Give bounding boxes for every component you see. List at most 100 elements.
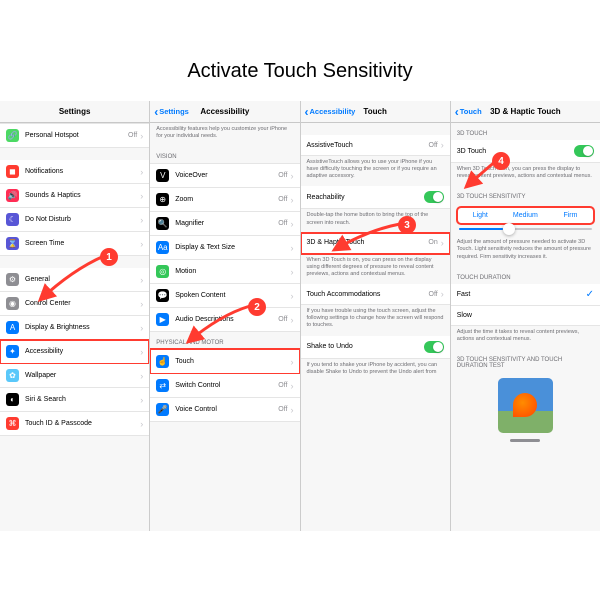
row-do-not-disturb[interactable]: ☾Do Not Disturb› [0,208,149,232]
app-icon: ◼ [6,165,19,178]
row-notifications[interactable]: ◼Notifications› [0,160,149,184]
reach-desc: Double-tap the home button to bring the … [301,209,450,232]
back-settings[interactable]: Settings [154,105,189,119]
shake-desc: If you tend to shake your iPhone by acci… [301,359,450,382]
row-siri-search[interactable]: ◐Siri & Search› [0,388,149,412]
chevron-icon: › [140,239,143,249]
section-motor: PHYSICAL AND MOTOR [150,332,299,349]
page-title: Activate Touch Sensitivity [0,0,600,101]
app-icon: 💬 [156,289,169,302]
chevron-icon: › [291,171,294,181]
haptic-desc: When 3D Touch is on, you can press on th… [301,254,450,284]
panel-accessibility: Settings Accessibility Accessibility fea… [149,101,299,531]
back-touch[interactable]: Touch [455,105,482,119]
section-test: 3D TOUCH SENSITIVITY AND TOUCH DURATION … [451,349,600,372]
row-shake-to-undo[interactable]: Shake to Undo [301,336,450,359]
header-3d-haptic: Touch 3D & Haptic Touch [451,101,600,123]
app-icon: ☝ [156,355,169,368]
app-icon: ◐ [6,393,19,406]
app-icon: ✦ [6,345,19,358]
panel-touch: Accessibility Touch AssistiveTouchOff› A… [300,101,450,531]
row-touch-accommodations[interactable]: Touch AccommodationsOff› [301,284,450,305]
row-zoom[interactable]: ⊕ZoomOff› [150,188,299,212]
chevron-icon: › [291,405,294,415]
row-wallpaper[interactable]: ✿Wallpaper› [0,364,149,388]
app-icon: ⌛ [6,237,19,250]
chevron-icon: › [291,291,294,301]
seg-firm[interactable]: Firm [548,208,593,223]
chevron-icon: › [140,347,143,357]
step-badge-2: 2 [248,298,266,316]
chevron-icon: › [140,395,143,405]
row-display-text-size[interactable]: AaDisplay & Text Size› [150,236,299,260]
step-badge-3: 3 [398,216,416,234]
panel-3d-haptic: Touch 3D & Haptic Touch 3D TOUCH 3D Touc… [450,101,600,531]
row-spoken-content[interactable]: 💬Spoken Content› [150,284,299,308]
toggle-shake[interactable] [424,341,444,353]
app-icon: ⚙ [6,273,19,286]
row-touch-id-passcode[interactable]: ⌘Touch ID & Passcode› [0,412,149,436]
row-3d-haptic-touch[interactable]: 3D & Haptic TouchOn› [301,233,450,254]
app-icon: 🎤 [156,403,169,416]
sensitivity-slider[interactable] [459,228,592,230]
seg-light[interactable]: Light [458,208,503,223]
chevron-icon: › [291,381,294,391]
panel-settings: Settings 🔗Personal HotspotOff›◼Notificat… [0,101,149,531]
row-sounds-haptics[interactable]: 🔊Sounds & Haptics› [0,184,149,208]
sensitivity-segment[interactable]: Light Medium Firm [457,207,594,224]
sensitivity-desc: Adjust the amount of pressure needed to … [451,236,600,266]
app-icon: 🔗 [6,129,19,142]
row-voiceover[interactable]: VVoiceOverOff› [150,163,299,188]
chevron-icon: › [291,315,294,325]
row-motion[interactable]: ◎Motion› [150,260,299,284]
app-icon: ⇄ [156,379,169,392]
header-accessibility: Settings Accessibility [150,101,299,123]
row-screen-time[interactable]: ⌛Screen Time› [0,232,149,256]
row-magnifier[interactable]: 🔍MagnifierOff› [150,212,299,236]
app-icon: ☾ [6,213,19,226]
app-icon: V [156,169,169,182]
row-duration-fast[interactable]: Fast✓ [451,284,600,306]
row-accessibility[interactable]: ✦Accessibility› [0,340,149,364]
row-control-center[interactable]: ◉Control Center› [0,292,149,316]
app-icon: ✿ [6,369,19,382]
row-personal-hotspot[interactable]: 🔗Personal HotspotOff› [0,123,149,148]
assistive-desc: AssistiveTouch allows you to use your iP… [301,156,450,186]
row-audio-descriptions[interactable]: ▶Audio DescriptionsOff› [150,308,299,332]
chevron-icon: › [441,238,444,248]
chevron-icon: › [140,323,143,333]
row-display-brightness[interactable]: ADisplay & Brightness› [0,316,149,340]
chevron-icon: › [140,275,143,285]
row-reachability[interactable]: Reachability [301,186,450,209]
chevron-icon: › [140,215,143,225]
chevron-icon: › [140,191,143,201]
app-icon: A [6,321,19,334]
app-icon: ◎ [156,265,169,278]
chevron-icon: › [140,371,143,381]
row-3dtouch-toggle[interactable]: 3D Touch [451,140,600,163]
row-assistivetouch[interactable]: AssistiveTouchOff› [301,135,450,156]
chevron-icon: › [140,167,143,177]
chevron-icon: › [441,140,444,150]
check-icon: ✓ [586,289,594,300]
section-duration: TOUCH DURATION [451,267,600,284]
app-icon: Aa [156,241,169,254]
header-touch: Accessibility Touch [301,101,450,123]
toggle-3dtouch[interactable] [574,145,594,157]
row-duration-slow[interactable]: Slow [451,306,600,326]
toggle-reachability[interactable] [424,191,444,203]
row-general[interactable]: ⚙General› [0,268,149,292]
chevron-icon: › [291,267,294,277]
row-switch-control[interactable]: ⇄Switch ControlOff› [150,374,299,398]
chevron-icon: › [140,419,143,429]
seg-medium[interactable]: Medium [503,208,548,223]
app-icon: ⊕ [156,193,169,206]
step-badge-1: 1 [100,248,118,266]
row-touch[interactable]: ☝Touch› [150,349,299,374]
back-accessibility[interactable]: Accessibility [305,105,356,119]
row-voice-control[interactable]: 🎤Voice ControlOff› [150,398,299,422]
chevron-icon: › [140,131,143,141]
app-icon: 🔍 [156,217,169,230]
test-thumbnail[interactable] [498,378,553,433]
section-vision: VISION [150,146,299,163]
